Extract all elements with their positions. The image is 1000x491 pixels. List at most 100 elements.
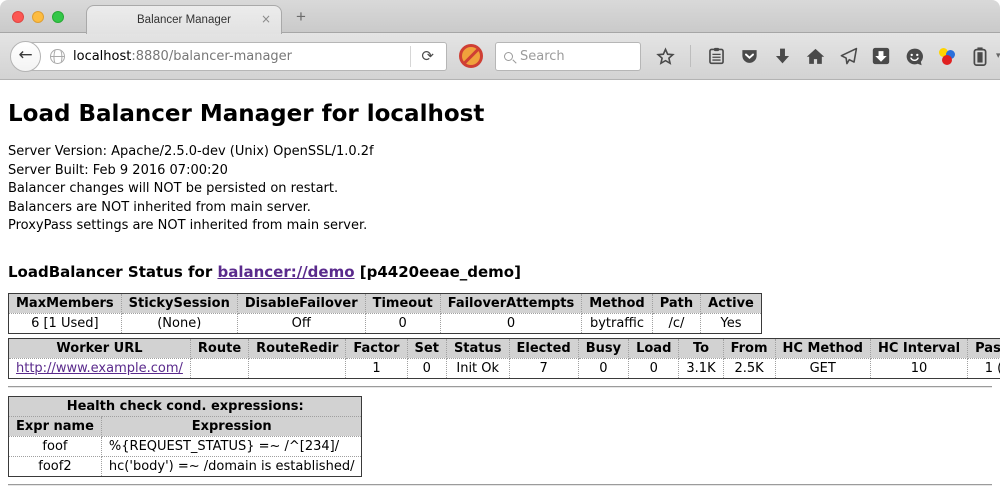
cell: (None) bbox=[121, 313, 237, 333]
adblock-icon[interactable] bbox=[459, 44, 483, 68]
table-row: foof%{REQUEST_STATUS} =~ /^[234]/ bbox=[9, 436, 362, 456]
dropdown-caret-icon[interactable]: ▾ bbox=[996, 51, 1000, 61]
browser-window: Balancer Manager × + ← localhost:8880/ba… bbox=[0, 0, 1000, 491]
cell: 7 bbox=[509, 358, 578, 378]
cell: Init Ok bbox=[446, 358, 509, 378]
url-bar[interactable]: localhost:8880/balancer-manager ⟳ bbox=[25, 42, 447, 71]
header-cell: Factor bbox=[346, 338, 407, 358]
balancer-settings-table: MaxMembersStickySessionDisableFailoverTi… bbox=[8, 293, 762, 334]
cell: 0 bbox=[365, 313, 440, 333]
tab-close-icon[interactable]: × bbox=[261, 12, 271, 26]
colored-dots-icon[interactable] bbox=[937, 46, 957, 66]
globe-icon bbox=[50, 49, 65, 64]
worker-url-cell: http://www.example.com/ bbox=[9, 358, 191, 378]
smiley-icon[interactable] bbox=[904, 46, 924, 66]
balancer-status-heading: LoadBalancer Status for balancer://demo … bbox=[8, 263, 992, 281]
new-tab-button[interactable]: + bbox=[296, 7, 306, 27]
header-cell: MaxMembers bbox=[9, 293, 122, 313]
health-table-title-row: Health check cond. expressions: bbox=[9, 396, 362, 416]
cell: %{REQUEST_STATUS} =~ /^[234]/ bbox=[101, 436, 362, 456]
server-built-line: Server Built: Feb 9 2016 07:00:20 bbox=[8, 162, 992, 181]
health-table-title: Health check cond. expressions: bbox=[9, 396, 362, 416]
cell: foof bbox=[9, 436, 102, 456]
balancer-demo-link[interactable]: balancer://demo bbox=[217, 263, 354, 281]
page-title: Load Balancer Manager for localhost bbox=[8, 80, 992, 127]
minimize-window-button[interactable] bbox=[32, 11, 44, 23]
cell: 3.1K bbox=[679, 358, 723, 378]
cell: GET bbox=[775, 358, 870, 378]
cell: 10 bbox=[870, 358, 967, 378]
header-cell: Set bbox=[407, 338, 446, 358]
tab-title: Balancer Manager bbox=[137, 14, 231, 26]
header-cell: Path bbox=[652, 293, 700, 313]
cell bbox=[190, 358, 248, 378]
cell: Off bbox=[237, 313, 365, 333]
header-cell: Timeout bbox=[365, 293, 440, 313]
header-cell: Route bbox=[190, 338, 248, 358]
close-window-button[interactable] bbox=[12, 11, 24, 23]
table-header-row: MaxMembersStickySessionDisableFailoverTi… bbox=[9, 293, 762, 313]
cell: 1 bbox=[346, 358, 407, 378]
home-icon[interactable] bbox=[805, 46, 825, 66]
page-content: Load Balancer Manager for localhost Serv… bbox=[0, 80, 1000, 491]
table-header-row: Expr nameExpression bbox=[9, 416, 362, 436]
header-cell: HC Interval bbox=[870, 338, 967, 358]
server-info: Server Version: Apache/2.5.0-dev (Unix) … bbox=[8, 143, 992, 236]
header-cell: StickySession bbox=[121, 293, 237, 313]
search-placeholder: Search bbox=[520, 49, 565, 64]
header-cell: Busy bbox=[578, 338, 628, 358]
cell: 6 [1 Used] bbox=[9, 313, 122, 333]
worker-url-link[interactable]: http://www.example.com/ bbox=[16, 361, 183, 376]
header-cell: Elected bbox=[509, 338, 578, 358]
header-cell: RouteRedir bbox=[249, 338, 346, 358]
zoom-window-button[interactable] bbox=[52, 11, 64, 23]
table-row: foof2hc('body') =~ /domain is establishe… bbox=[9, 456, 362, 476]
send-icon[interactable] bbox=[838, 46, 858, 66]
back-icon: ← bbox=[18, 47, 32, 64]
table-row: http://www.example.com/ /* remaining cel… bbox=[9, 358, 1000, 378]
header-cell: Expr name bbox=[9, 416, 102, 436]
cell: bytraffic bbox=[582, 313, 652, 333]
navigation-toolbar: ← localhost:8880/balancer-manager ⟳ Sear… bbox=[0, 33, 1000, 80]
persist-note-line: Balancer changes will NOT be persisted o… bbox=[8, 180, 992, 199]
reload-button[interactable]: ⟳ bbox=[410, 46, 442, 67]
section-divider bbox=[8, 386, 992, 388]
bottom-divider bbox=[8, 484, 992, 486]
table-row: 6 [1 Used](None)Off00bytraffic/c/Yes bbox=[9, 313, 762, 333]
header-cell: From bbox=[723, 338, 775, 358]
search-input[interactable]: Search bbox=[495, 42, 641, 71]
battery-icon[interactable] bbox=[970, 46, 990, 66]
status-heading-prefix: LoadBalancer Status for bbox=[8, 263, 217, 281]
titlebar: Balancer Manager × + bbox=[0, 0, 1000, 33]
cell: 0 bbox=[578, 358, 628, 378]
download-box-icon[interactable] bbox=[871, 46, 891, 66]
header-cell: Method bbox=[582, 293, 652, 313]
header-cell: Worker URL bbox=[9, 338, 191, 358]
pocket-icon[interactable] bbox=[739, 46, 759, 66]
header-cell: DisableFailover bbox=[237, 293, 365, 313]
download-icon[interactable] bbox=[772, 46, 792, 66]
header-cell: Status bbox=[446, 338, 509, 358]
status-heading-suffix: [p4420eeae_demo] bbox=[355, 263, 521, 281]
cell: Yes bbox=[701, 313, 762, 333]
header-cell: Passes bbox=[968, 338, 1000, 358]
header-cell: To bbox=[679, 338, 723, 358]
search-icon bbox=[504, 52, 513, 61]
url-domain: localhost bbox=[73, 49, 131, 64]
tab-balancer-manager[interactable]: Balancer Manager × bbox=[86, 5, 282, 34]
header-cell: FailoverAttempts bbox=[440, 293, 582, 313]
header-cell: HC Method bbox=[775, 338, 870, 358]
table-header-row: Worker URLRouteRouteRedirFactorSetStatus… bbox=[9, 338, 1000, 358]
proxypass-note-line: ProxyPass settings are NOT inherited fro… bbox=[8, 217, 992, 236]
cell: hc('body') =~ /domain is established/ bbox=[101, 456, 362, 476]
header-cell: Active bbox=[701, 293, 762, 313]
header-cell: Expression bbox=[101, 416, 362, 436]
cell: /c/ bbox=[652, 313, 700, 333]
back-button[interactable]: ← bbox=[10, 41, 41, 72]
cell bbox=[249, 358, 346, 378]
cell: 2.5K bbox=[723, 358, 775, 378]
bookmark-star-icon[interactable] bbox=[655, 46, 675, 66]
clipboard-icon[interactable] bbox=[706, 46, 726, 66]
server-version-line: Server Version: Apache/2.5.0-dev (Unix) … bbox=[8, 143, 992, 162]
worker-status-table: Worker URLRouteRouteRedirFactorSetStatus… bbox=[8, 338, 1000, 379]
